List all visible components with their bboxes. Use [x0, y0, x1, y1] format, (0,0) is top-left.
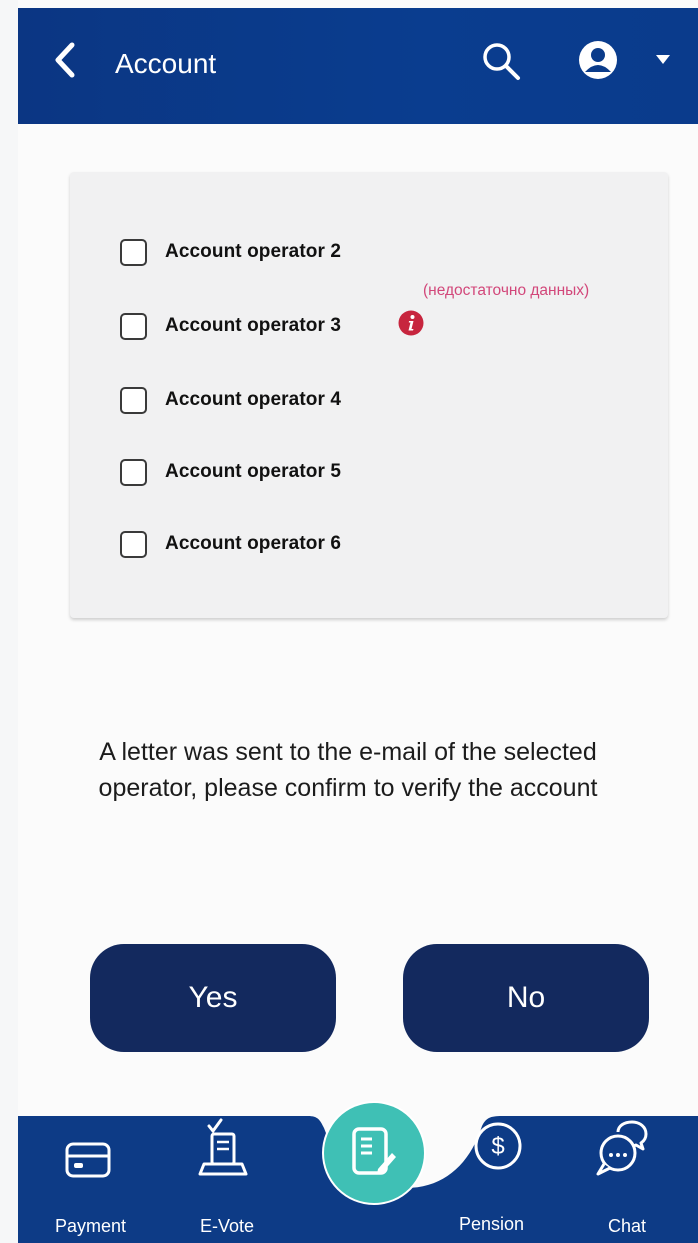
- operator-label: Account operator 6: [165, 533, 341, 554]
- credit-card-icon: [65, 1142, 111, 1178]
- left-edge-strip: [0, 0, 18, 1243]
- ballot-icon: [198, 1118, 248, 1176]
- insufficient-data-note: (недостаточно данных): [423, 282, 590, 299]
- top-app-bar: Account: [18, 8, 698, 124]
- document-edit-icon: [352, 1127, 396, 1175]
- profile-menu-button[interactable]: [576, 38, 672, 80]
- confirmation-message: A letter was sent to the e-mail of the s…: [98, 738, 598, 802]
- info-icon[interactable]: [398, 310, 424, 336]
- nav-label-pension: Pension: [459, 1214, 525, 1234]
- nav-item-pension[interactable]: $ Pension: [456, 1120, 546, 1236]
- chat-bubbles-icon: [596, 1120, 648, 1176]
- page-title: Account: [115, 48, 217, 79]
- checkbox[interactable]: [120, 531, 147, 558]
- checkbox[interactable]: [120, 313, 147, 340]
- nav-item-e-vote[interactable]: E-Vote: [186, 1118, 276, 1236]
- yes-button[interactable]: Yes: [90, 944, 336, 1052]
- caret-down-icon: [656, 55, 670, 64]
- search-button[interactable]: [480, 40, 522, 82]
- center-action-button[interactable]: [324, 1103, 424, 1203]
- nav-label-e-vote: E-Vote: [200, 1216, 255, 1236]
- checkbox[interactable]: [120, 239, 147, 266]
- search-icon: [483, 43, 520, 80]
- nav-item-payment[interactable]: Payment: [55, 1136, 144, 1236]
- no-button[interactable]: No: [403, 944, 649, 1052]
- operator-label: Account operator 3: [165, 315, 341, 336]
- operator-label: Account operator 5: [165, 461, 341, 482]
- operator-label: Account operator 2: [165, 241, 341, 262]
- chevron-left-icon: [55, 42, 75, 78]
- back-button[interactable]: [48, 40, 82, 80]
- operator-label: Account operator 4: [165, 389, 341, 410]
- nav-label-payment: Payment: [55, 1216, 127, 1236]
- svg-text:$: $: [491, 1133, 504, 1160]
- checkbox[interactable]: [120, 387, 147, 414]
- dollar-circle-icon: $: [474, 1122, 522, 1170]
- checkbox[interactable]: [120, 459, 147, 486]
- user-icon: [579, 41, 670, 79]
- nav-label-chat: Chat: [608, 1216, 647, 1236]
- nav-item-chat[interactable]: Chat: [588, 1120, 668, 1236]
- operator-list-card: Account operator 2 (недостаточно данных)…: [70, 172, 668, 618]
